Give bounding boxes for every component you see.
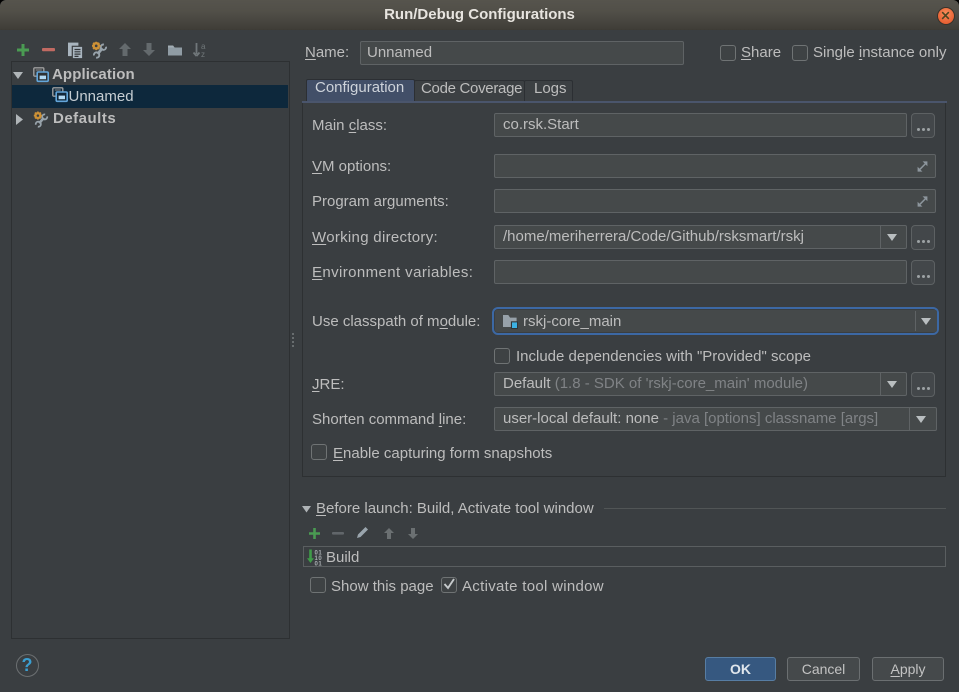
svg-text:z: z [201, 50, 205, 58]
svg-text:01: 01 [315, 562, 323, 567]
